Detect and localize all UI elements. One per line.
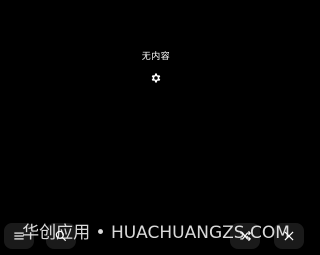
search-button[interactable]	[46, 223, 76, 249]
app-screen: 无内容 华创应用 • HUACHUANGZS.COM	[0, 0, 312, 255]
settings-button[interactable]	[149, 71, 163, 85]
close-button[interactable]	[274, 223, 304, 249]
menu-icon	[14, 232, 24, 240]
shuffle-button[interactable]	[230, 223, 260, 249]
empty-state-message: 无内容	[141, 52, 171, 62]
gear-icon	[151, 73, 161, 83]
search-icon	[55, 230, 67, 242]
bottom-toolbar	[0, 221, 312, 255]
shuffle-icon	[240, 230, 252, 242]
close-icon	[284, 231, 294, 241]
menu-button[interactable]	[4, 223, 34, 249]
empty-state: 无内容	[0, 51, 312, 85]
